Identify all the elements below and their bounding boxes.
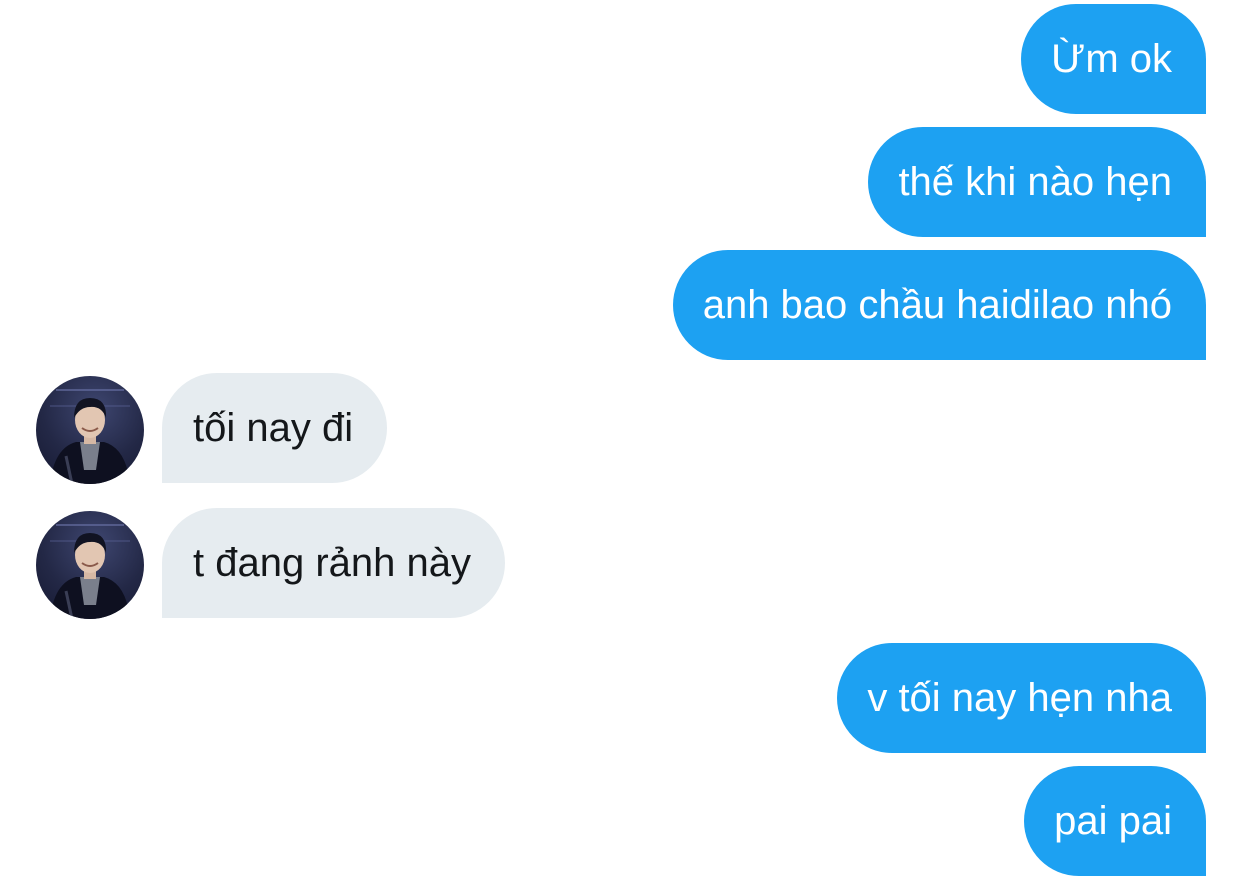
sent-message[interactable]: thế khi nào hẹn	[868, 127, 1206, 237]
sent-message[interactable]: anh bao chầu haidilao nhó	[672, 250, 1206, 360]
message-thread: Ừm ok thế khi nào hẹn anh bao chầu haidi…	[0, 0, 1242, 890]
avatar[interactable]	[36, 376, 144, 484]
sent-message[interactable]: Ừm ok	[1021, 4, 1206, 114]
avatar-photo-icon	[50, 389, 130, 484]
received-message[interactable]: t đang rảnh này	[162, 508, 505, 618]
sent-message[interactable]: v tối nay hẹn nha	[837, 643, 1206, 753]
received-message[interactable]: tối nay đi	[162, 373, 388, 483]
avatar[interactable]	[36, 511, 144, 619]
sent-message[interactable]: pai pai	[1024, 766, 1206, 876]
avatar-photo-icon	[50, 524, 130, 619]
